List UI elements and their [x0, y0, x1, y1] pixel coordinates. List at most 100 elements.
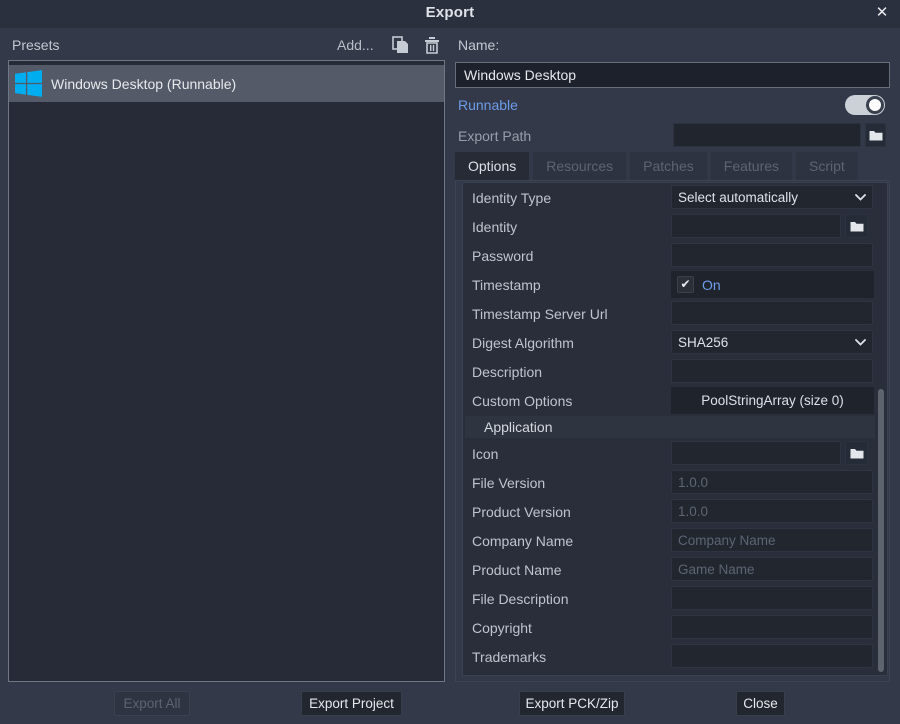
toggle-knob: [866, 96, 884, 114]
option-row-password: Password: [463, 241, 887, 270]
option-row-product-name: Product Name: [463, 555, 887, 584]
option-label: Company Name: [472, 533, 573, 549]
option-label: Digest Algorithm: [472, 335, 574, 351]
option-row-trademarks: Trademarks: [463, 642, 887, 671]
presets-heading: Presets: [12, 37, 59, 53]
icon-browse-button[interactable]: [845, 441, 868, 465]
option-row-product-version: Product Version: [463, 497, 887, 526]
export-project-button[interactable]: Export Project: [301, 691, 402, 716]
option-label: File Version: [472, 475, 545, 491]
runnable-label: Runnable: [458, 97, 518, 113]
options-scroll-area: Identity Type Select automatically Ident…: [462, 182, 888, 676]
export-path-label: Export Path: [458, 128, 531, 144]
company-name-input[interactable]: [671, 528, 873, 552]
option-row-identity-type: Identity Type Select automatically: [463, 183, 887, 212]
preset-name-input[interactable]: [455, 62, 890, 88]
password-input[interactable]: [671, 243, 873, 267]
dropdown-value: SHA256: [678, 335, 851, 350]
timestamp-server-url-input[interactable]: [671, 301, 873, 325]
runnable-toggle[interactable]: [845, 95, 885, 115]
option-label: Copyright: [472, 620, 532, 636]
presets-list: Windows Desktop (Runnable): [8, 60, 445, 682]
option-row-copyright: Copyright: [463, 613, 887, 642]
option-label: Custom Options: [472, 393, 572, 409]
option-label: Timestamp: [472, 277, 541, 293]
tab-resources[interactable]: Resources: [533, 152, 626, 180]
trash-icon: [424, 36, 440, 54]
duplicate-icon: [392, 36, 409, 54]
timestamp-checkbox-label[interactable]: On: [702, 277, 721, 293]
option-label: Timestamp Server Url: [472, 306, 608, 322]
scrollbar-thumb[interactable]: [878, 389, 884, 672]
option-row-icon: Icon: [463, 439, 887, 468]
export-path-browse-button[interactable]: [865, 123, 886, 147]
option-label: Icon: [472, 446, 498, 462]
option-label: Description: [472, 364, 542, 380]
preset-item-label: Windows Desktop (Runnable): [51, 76, 236, 92]
option-row-identity: Identity: [463, 212, 887, 241]
chevron-down-icon: [855, 339, 866, 346]
delete-preset-button[interactable]: [422, 35, 442, 55]
description-input[interactable]: [671, 359, 873, 383]
option-row-company-name: Company Name: [463, 526, 887, 555]
option-row-file-description: File Description: [463, 584, 887, 613]
export-path-input[interactable]: [673, 123, 861, 147]
option-row-custom-options: Custom Options PoolStringArray (size 0): [463, 386, 887, 415]
close-icon[interactable]: ✕: [873, 4, 891, 22]
option-label: Product Name: [472, 562, 561, 578]
digest-algorithm-dropdown[interactable]: SHA256: [671, 330, 873, 354]
chevron-down-icon: [855, 194, 866, 201]
option-row-description: Description: [463, 357, 887, 386]
add-preset-button[interactable]: Add...: [337, 37, 374, 53]
export-dialog: Export ✕ Presets Add... Name: Windows De…: [0, 0, 900, 724]
identity-type-dropdown[interactable]: Select automatically: [671, 185, 873, 209]
options-scrollbar[interactable]: [877, 185, 885, 673]
icon-input[interactable]: [671, 441, 841, 465]
export-tabs: Options Resources Patches Features Scrip…: [455, 152, 858, 180]
option-row-timestamp-server-url: Timestamp Server Url: [463, 299, 887, 328]
name-label: Name:: [458, 37, 499, 53]
options-rows: Identity Type Select automatically Ident…: [463, 183, 887, 671]
tab-features[interactable]: Features: [711, 152, 792, 180]
preset-item-windows-desktop[interactable]: Windows Desktop (Runnable): [9, 65, 444, 102]
option-row-timestamp: Timestamp ✔ On: [463, 270, 887, 299]
export-all-button[interactable]: Export All: [114, 691, 190, 716]
folder-icon: [850, 448, 864, 459]
tab-options[interactable]: Options: [455, 152, 529, 180]
folder-icon: [850, 221, 864, 232]
identity-browse-button[interactable]: [845, 214, 868, 238]
section-label: Application: [484, 419, 553, 435]
option-label: Trademarks: [472, 649, 546, 665]
duplicate-preset-button[interactable]: [390, 35, 410, 55]
windows-logo-icon: [15, 70, 42, 97]
application-section-header[interactable]: Application: [465, 416, 875, 438]
copyright-input[interactable]: [671, 615, 873, 639]
dialog-title: Export: [0, 4, 900, 21]
close-button[interactable]: Close: [736, 691, 785, 716]
file-version-input[interactable]: [671, 470, 873, 494]
trademarks-input[interactable]: [671, 644, 873, 668]
tab-patches[interactable]: Patches: [630, 152, 707, 180]
option-row-file-version: File Version: [463, 468, 887, 497]
identity-input[interactable]: [671, 214, 841, 238]
option-section-application: Application: [463, 415, 887, 439]
export-pck-zip-button[interactable]: Export PCK/Zip: [519, 691, 625, 716]
timestamp-editor: ✔ On: [671, 271, 874, 298]
timestamp-checkbox[interactable]: ✔: [677, 276, 694, 293]
option-label: Identity: [472, 219, 517, 235]
option-label: File Description: [472, 591, 568, 607]
option-row-digest-algorithm: Digest Algorithm SHA256: [463, 328, 887, 357]
folder-icon: [869, 130, 883, 141]
checkmark-icon: ✔: [680, 277, 690, 291]
product-version-input[interactable]: [671, 499, 873, 523]
custom-options-object-button[interactable]: PoolStringArray (size 0): [671, 387, 874, 414]
object-value: PoolStringArray (size 0): [701, 393, 844, 408]
title-bar: Export ✕: [0, 0, 900, 28]
option-label: Password: [472, 248, 533, 264]
product-name-input[interactable]: [671, 557, 873, 581]
dropdown-value: Select automatically: [678, 190, 851, 205]
tab-script[interactable]: Script: [796, 152, 858, 180]
option-label: Product Version: [472, 504, 571, 520]
file-description-input[interactable]: [671, 586, 873, 610]
option-label: Identity Type: [472, 190, 551, 206]
